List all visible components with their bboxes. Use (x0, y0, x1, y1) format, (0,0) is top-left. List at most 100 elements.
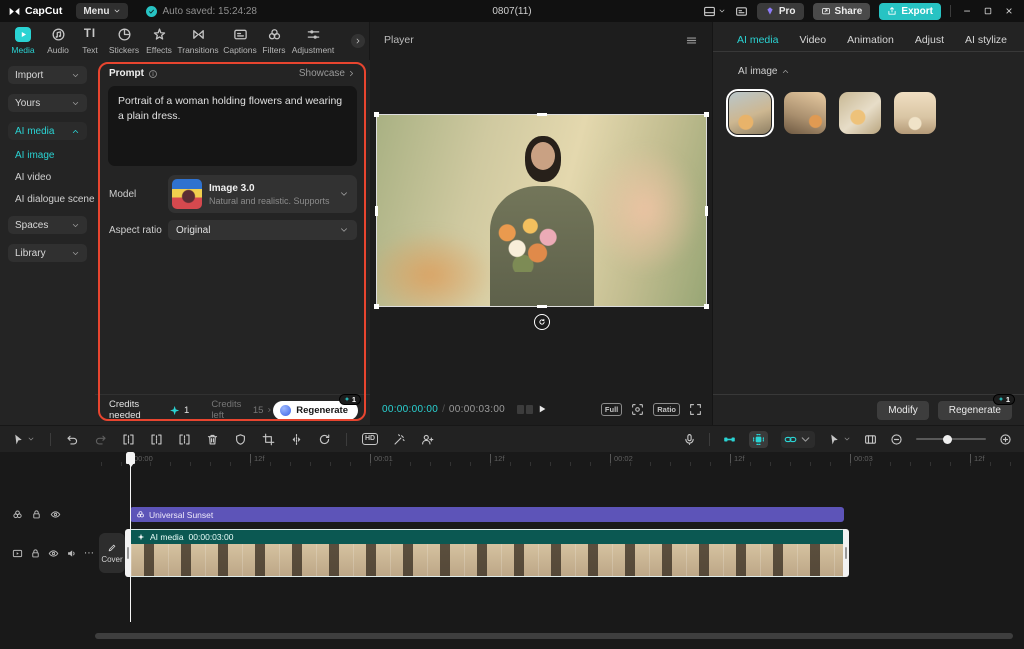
full-quality-badge[interactable]: Full (601, 403, 622, 416)
select-tool-button[interactable] (12, 433, 35, 446)
regenerate-button-inspector[interactable]: Regenerate 1 (938, 401, 1012, 420)
tab-effects[interactable]: Effects (143, 22, 175, 60)
selection-handle[interactable] (537, 113, 547, 116)
generated-image-thumbnail[interactable] (784, 92, 826, 134)
fullscreen-icon[interactable] (689, 403, 702, 416)
timeline-ruler[interactable] (95, 452, 1024, 466)
snap-toggle[interactable] (723, 433, 736, 446)
sidebar-item-ai-image[interactable]: AI image (0, 144, 95, 166)
credits-left-link[interactable]: Credits left 15 (211, 399, 273, 421)
tab-audio[interactable]: Audio (41, 22, 75, 60)
more-options-icon[interactable]: ⋯ (84, 548, 95, 559)
tab-media[interactable]: Media (5, 22, 41, 60)
info-icon[interactable] (148, 69, 158, 79)
aspect-ratio-select[interactable]: Original (168, 220, 357, 240)
split-button[interactable] (122, 433, 135, 446)
ribbon-scroll-right-button[interactable] (351, 34, 365, 48)
prompt-textarea[interactable]: Portrait of a woman holding flowers and … (108, 86, 357, 166)
sidebar-item-ai-dialogue-scene[interactable]: AI dialogue scene (0, 188, 95, 210)
tab-captions[interactable]: Captions (221, 22, 259, 60)
sidebar-item-yours[interactable]: Yours (8, 94, 87, 112)
modify-button[interactable]: Modify (877, 401, 928, 420)
lock-icon[interactable] (30, 548, 41, 559)
ai-image-section-header[interactable]: AI image (738, 66, 790, 77)
generated-image-thumbnail[interactable] (839, 92, 881, 134)
frame-step-buttons[interactable] (517, 405, 533, 414)
timeline-zoom-slider[interactable] (916, 438, 986, 440)
link-toggle[interactable] (781, 431, 815, 448)
tab-adjustment[interactable]: Adjustment (289, 22, 337, 60)
menu-button[interactable]: Menu (76, 3, 128, 19)
selection-handle[interactable] (375, 206, 378, 216)
tab-video[interactable]: Video (799, 34, 826, 46)
zoom-in-icon[interactable] (999, 433, 1012, 446)
selection-handle[interactable] (374, 304, 379, 309)
select-mode-button[interactable] (828, 433, 851, 446)
generated-image-thumbnail-selected[interactable] (729, 92, 771, 134)
close-button[interactable]: × (1002, 4, 1016, 18)
player-menu-icon[interactable] (685, 34, 698, 47)
rotate-handle[interactable] (534, 314, 550, 330)
pro-button[interactable]: Pro (757, 3, 804, 20)
regenerate-button[interactable]: Regenerate 1 (273, 401, 358, 420)
tab-adjust[interactable]: Adjust (915, 34, 944, 46)
frame-preview-icon[interactable] (864, 433, 877, 446)
clip-trim-handle-right[interactable] (843, 529, 849, 577)
selection-handle[interactable] (704, 112, 709, 117)
undo-button[interactable] (66, 433, 79, 446)
showcase-link[interactable]: Showcase (299, 68, 356, 79)
playhead[interactable] (126, 452, 135, 622)
slider-handle[interactable] (943, 435, 952, 444)
selection-handle[interactable] (704, 304, 709, 309)
hd-enhance-button[interactable]: HD (362, 433, 378, 445)
tab-text[interactable]: TI Text (75, 22, 105, 60)
effect-track-clip[interactable]: Universal Sunset (130, 507, 844, 522)
add-character-button[interactable] (421, 433, 434, 446)
video-preview[interactable] (376, 114, 707, 307)
sidebar-item-import[interactable]: Import (8, 66, 87, 84)
tab-ai-stylize[interactable]: AI stylize (965, 34, 1007, 46)
tab-animation[interactable]: Animation (847, 34, 894, 46)
eye-icon[interactable] (48, 548, 59, 559)
notes-panel-icon[interactable] (735, 5, 748, 18)
lock-icon[interactable] (31, 509, 42, 520)
zoom-out-icon[interactable] (890, 433, 903, 446)
export-button[interactable]: Export (879, 3, 941, 20)
delete-right-button[interactable] (178, 433, 191, 446)
record-voiceover-icon[interactable] (683, 433, 696, 446)
model-select[interactable]: Image 3.0 Natural and realistic. Support… (168, 175, 357, 213)
ai-media-clip[interactable]: AI media 00:00:03:00 (130, 529, 844, 577)
selection-handle[interactable] (374, 112, 379, 117)
layout-switcher[interactable] (703, 5, 726, 18)
tab-ai-media[interactable]: AI media (737, 34, 778, 46)
tab-filters[interactable]: Filters (259, 22, 289, 60)
delete-button[interactable] (206, 433, 219, 446)
focus-zoom-icon[interactable] (631, 403, 644, 416)
mirror-button[interactable] (290, 433, 303, 446)
generated-image-thumbnail[interactable] (894, 92, 936, 134)
sidebar-item-ai-media[interactable]: AI media (8, 122, 87, 140)
tab-stickers[interactable]: Stickers (105, 22, 143, 60)
maximize-button[interactable] (983, 6, 993, 16)
play-button[interactable] (536, 403, 548, 415)
minimize-button[interactable]: − (960, 4, 974, 18)
delete-left-button[interactable] (150, 433, 163, 446)
mask-button[interactable] (234, 433, 247, 446)
replace-button[interactable] (318, 433, 331, 446)
ratio-button[interactable]: Ratio (653, 403, 680, 416)
sidebar-item-ai-video[interactable]: AI video (0, 166, 95, 188)
share-button[interactable]: Share (813, 3, 871, 20)
tab-transitions[interactable]: Transitions (175, 22, 221, 60)
sidebar-item-library[interactable]: Library (8, 244, 87, 262)
timeline-horizontal-scrollbar[interactable] (95, 633, 1013, 639)
eye-icon[interactable] (50, 509, 61, 520)
crop-button[interactable] (262, 433, 275, 446)
sidebar-item-spaces[interactable]: Spaces (8, 216, 87, 234)
redo-button[interactable] (94, 433, 107, 446)
smart-edit-button[interactable] (393, 433, 406, 446)
speaker-icon[interactable] (66, 548, 77, 559)
selection-handle[interactable] (537, 305, 547, 308)
cover-button[interactable]: Cover (99, 533, 125, 573)
preview-axis-toggle[interactable] (749, 431, 768, 448)
selection-handle[interactable] (705, 206, 708, 216)
